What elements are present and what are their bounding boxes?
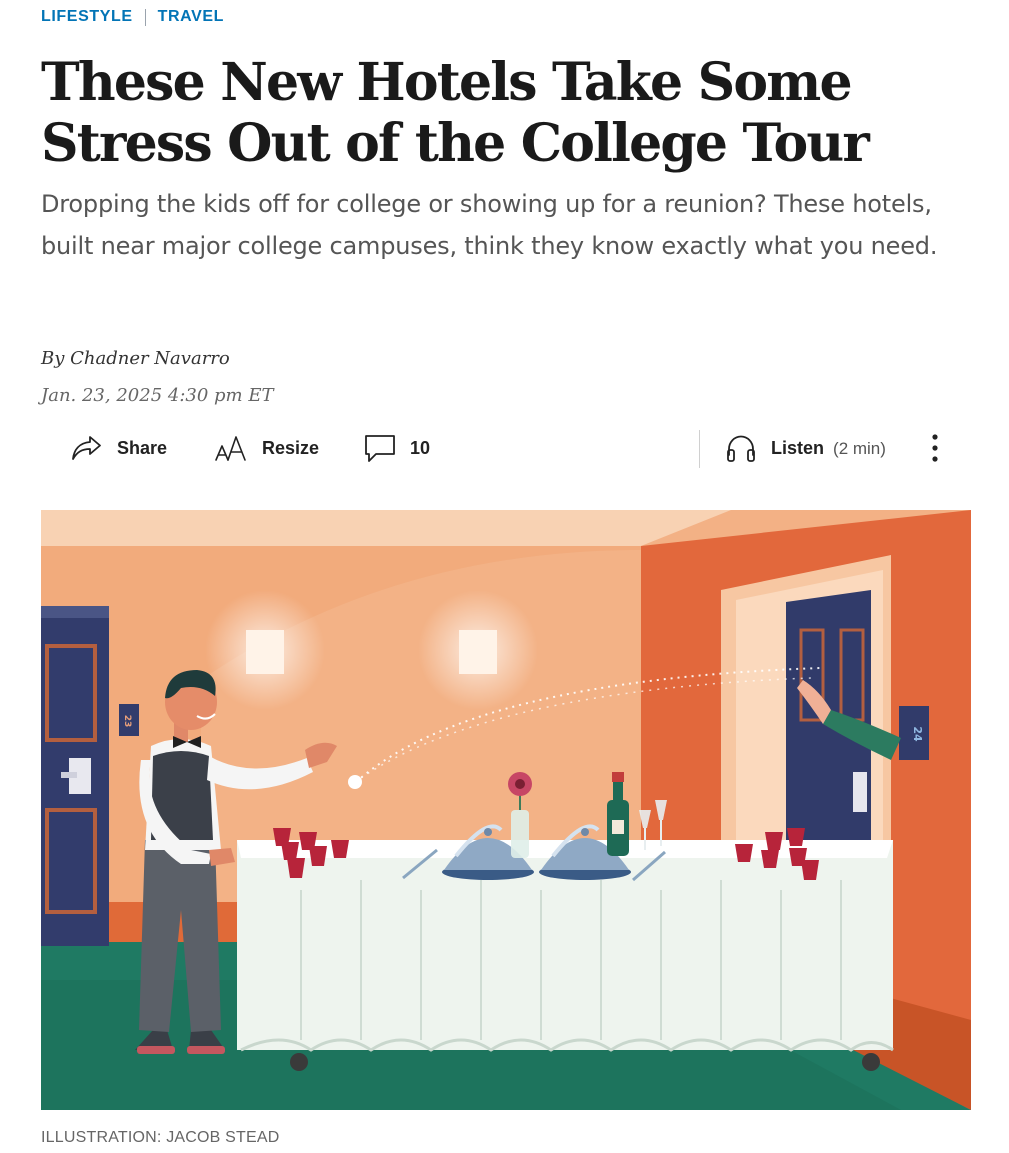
listen-button[interactable]: Listen (2 min) bbox=[725, 426, 886, 470]
breadcrumb-divider bbox=[144, 8, 146, 26]
flower-vase bbox=[511, 810, 529, 858]
comment-count: 10 bbox=[410, 437, 431, 458]
toolbar-divider bbox=[699, 430, 700, 468]
left-sconce bbox=[246, 630, 284, 674]
article-toolbar: Share Resize 10 Listen (2 min) bbox=[71, 426, 951, 470]
svg-text:24: 24 bbox=[911, 726, 924, 742]
resize-label: Resize bbox=[262, 437, 320, 458]
lead-illustration: 23 24 bbox=[41, 510, 971, 1110]
ceiling bbox=[41, 510, 731, 546]
text-resize-icon bbox=[214, 433, 248, 463]
breadcrumb-lifestyle-link[interactable]: LIFESTYLE bbox=[41, 8, 133, 26]
ping-pong-ball bbox=[348, 775, 362, 789]
right-sconce bbox=[459, 630, 497, 674]
share-button[interactable]: Share bbox=[71, 426, 167, 470]
breadcrumb: LIFESTYLE TRAVEL bbox=[41, 8, 224, 26]
author-byline[interactable]: By Chadner Navarro bbox=[41, 348, 230, 369]
article-headline: These New Hotels Take Some Stress Out of… bbox=[41, 52, 870, 174]
resize-button[interactable]: Resize bbox=[214, 426, 319, 470]
article-dek: Dropping the kids off for college or sho… bbox=[41, 190, 938, 260]
share-arrow-icon bbox=[71, 434, 103, 462]
speech-bubble-icon bbox=[364, 433, 396, 463]
comments-button[interactable]: 10 bbox=[364, 426, 430, 470]
listen-label: Listen bbox=[771, 437, 825, 458]
vertical-ellipsis-icon bbox=[931, 432, 939, 464]
svg-text:23: 23 bbox=[122, 715, 132, 728]
breadcrumb-travel-link[interactable]: TRAVEL bbox=[158, 8, 224, 26]
illustration-credit: ILLUSTRATION: JACOB STEAD bbox=[41, 1129, 280, 1146]
headphones-icon bbox=[725, 433, 757, 463]
more-options-button[interactable] bbox=[923, 426, 947, 470]
listen-duration: (2 min) bbox=[833, 438, 886, 458]
share-label: Share bbox=[117, 437, 168, 458]
publish-timestamp: Jan. 23, 2025 4:30 pm ET bbox=[41, 385, 274, 406]
